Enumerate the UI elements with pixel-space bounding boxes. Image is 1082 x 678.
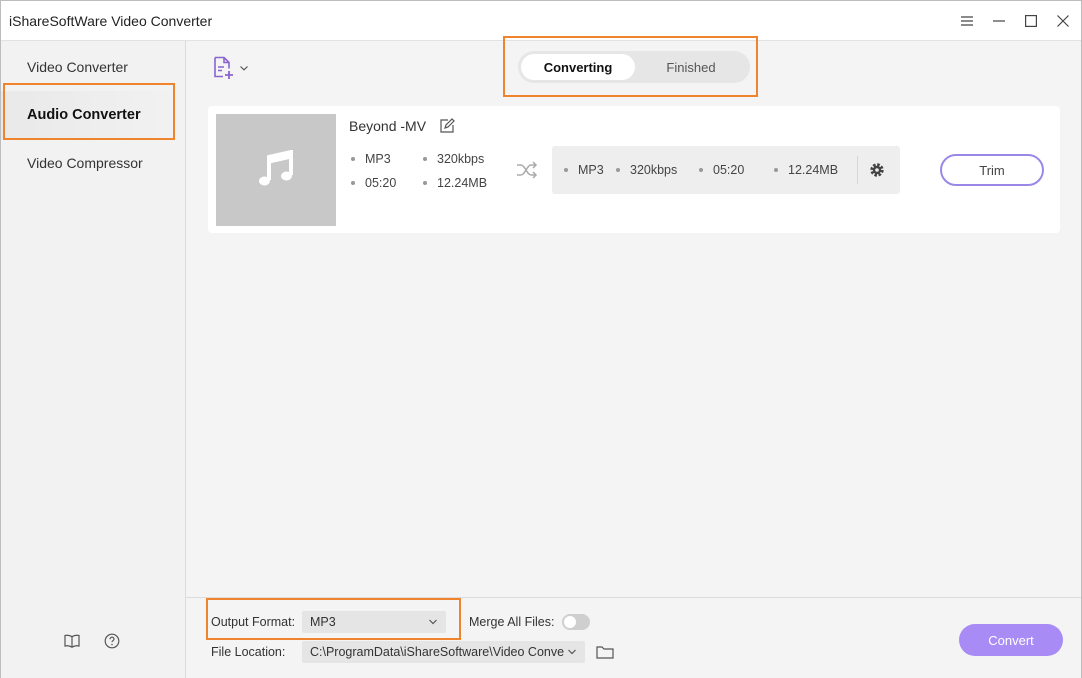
edit-icon[interactable]: [439, 118, 455, 134]
chevron-down-icon: [240, 66, 248, 71]
app-window: iShareSoftWare Video Converter Video Con…: [0, 0, 1082, 678]
audio-thumbnail: [216, 114, 336, 226]
add-file-icon: [214, 56, 233, 79]
file-location-select[interactable]: C:\ProgramData\iShareSoftware\Video Conv…: [302, 641, 585, 663]
chevron-down-icon: [568, 649, 576, 655]
trim-button[interactable]: Trim: [940, 154, 1044, 186]
tab-converting[interactable]: Converting: [521, 54, 635, 80]
title-bar: iShareSoftWare Video Converter: [1, 1, 1081, 41]
sidebar: Video Converter Audio Converter Video Co…: [1, 41, 186, 678]
file-location-label: File Location:: [211, 645, 286, 659]
merge-files-toggle[interactable]: [562, 614, 590, 630]
gear-icon[interactable]: [868, 161, 886, 179]
output-duration: 05:20: [699, 163, 744, 177]
output-format-select[interactable]: MP3: [302, 611, 446, 633]
output-format: MP3: [564, 163, 604, 177]
output-format-label: Output Format:: [211, 615, 296, 629]
help-icon[interactable]: [102, 631, 122, 651]
source-format: MP3: [351, 152, 391, 166]
output-bitrate: 320kbps: [616, 163, 677, 177]
maximize-icon[interactable]: [1021, 11, 1041, 31]
output-settings-box[interactable]: MP3 320kbps 05:20 12.24MB: [552, 146, 900, 194]
folder-icon[interactable]: [596, 644, 614, 660]
file-name: Beyond -MV: [349, 118, 427, 134]
sidebar-item-audio-converter[interactable]: Audio Converter: [1, 91, 185, 139]
merge-files-label: Merge All Files:: [469, 615, 555, 629]
convert-arrow-icon: [516, 161, 538, 179]
source-duration: 05:20: [351, 176, 396, 190]
source-bitrate: 320kbps: [423, 152, 484, 166]
music-note-icon: [259, 150, 293, 186]
book-icon[interactable]: [62, 631, 82, 651]
sidebar-item-video-converter[interactable]: Video Converter: [1, 43, 185, 91]
sidebar-item-label: Audio Converter: [27, 107, 141, 123]
status-tabs: Converting Finished: [518, 51, 750, 83]
file-card: Beyond -MV MP3 320kbps 05:20 12.24MB MP3…: [208, 106, 1060, 233]
convert-button[interactable]: Convert: [959, 624, 1063, 656]
sidebar-item-label: Video Converter: [27, 59, 128, 75]
close-icon[interactable]: [1053, 11, 1073, 31]
source-size: 12.24MB: [423, 176, 487, 190]
footer-bar: Output Format: MP3 Merge All Files: File…: [186, 597, 1081, 678]
chevron-down-icon: [429, 619, 437, 625]
app-title: iShareSoftWare Video Converter: [9, 13, 213, 29]
divider: [857, 156, 858, 184]
toggle-knob: [564, 616, 576, 628]
sidebar-item-video-compressor[interactable]: Video Compressor: [1, 139, 185, 187]
add-file-button[interactable]: [212, 55, 252, 81]
sidebar-item-label: Video Compressor: [27, 155, 143, 171]
output-size: 12.24MB: [774, 163, 838, 177]
menu-icon[interactable]: [957, 11, 977, 31]
tab-finished[interactable]: Finished: [635, 54, 747, 80]
main-panel: Converting Finished Beyond -MV MP3 320kb…: [186, 41, 1081, 597]
minimize-icon[interactable]: [989, 11, 1009, 31]
